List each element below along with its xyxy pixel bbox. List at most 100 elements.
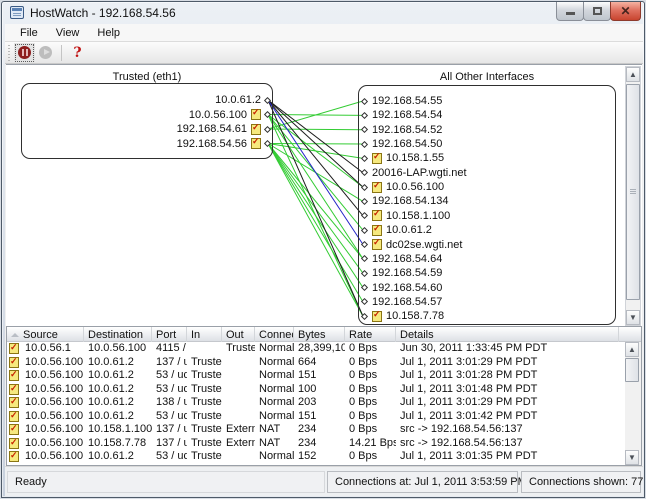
toolbar-gripper[interactable]: [8, 45, 10, 61]
column-header-connection[interactable]: Connect...: [255, 327, 294, 342]
column-header-rate[interactable]: Rate: [345, 327, 396, 342]
cell-text: 10.0.56.100: [25, 450, 83, 463]
cell-destination: 10.0.61.2: [84, 410, 152, 423]
host-node[interactable]: 10.0.61.2: [362, 223, 432, 237]
host-label: 10.0.61.2: [386, 224, 432, 236]
connector-diamond-icon: [361, 184, 368, 191]
host-node[interactable]: 192.168.54.60: [362, 281, 442, 295]
cell-destination: 10.0.61.2: [84, 356, 152, 369]
host-note-icon: [9, 384, 19, 395]
column-header-destination[interactable]: Destination: [84, 327, 152, 342]
minimize-button[interactable]: [556, 2, 584, 21]
play-circle-icon: [39, 46, 52, 59]
question-mark-icon: ?: [73, 45, 81, 61]
table-row[interactable]: 10.0.56.10010.0.61.253 / udpTrustedNorma…: [7, 383, 625, 397]
menu-view[interactable]: View: [47, 25, 89, 41]
host-node[interactable]: 192.168.54.59: [362, 266, 442, 280]
table-row[interactable]: 10.0.56.10010.0.61.253 / udpTrustedNorma…: [7, 450, 625, 464]
cell-details: Jul 1, 2011 3:01:29 PM PDT: [396, 396, 619, 409]
scroll-up-button[interactable]: ▲: [626, 67, 640, 82]
table-row[interactable]: 10.0.56.110.0.56.1004115 / ...TrustedNor…: [7, 342, 625, 356]
host-note-icon: [9, 451, 19, 462]
host-node[interactable]: 192.168.54.50: [362, 137, 442, 151]
table-row[interactable]: 10.0.56.10010.0.61.2138 / udpTrustedNorm…: [7, 396, 625, 410]
table-row[interactable]: 10.0.56.10010.0.61.253 / udpTrustedNorma…: [7, 410, 625, 424]
host-label: 10.158.1.55: [386, 152, 444, 164]
table-row[interactable]: 10.0.56.10010.0.61.2137 / udpTrustedNorm…: [7, 356, 625, 370]
column-header-source[interactable]: Source: [7, 327, 84, 342]
host-node[interactable]: 192.168.54.134: [362, 194, 448, 208]
host-node[interactable]: 10.0.56.100: [189, 108, 270, 122]
cell-source: 10.0.56.1: [7, 342, 84, 355]
scrollbar-thumb[interactable]: [625, 358, 639, 382]
cell-rate: 0 Bps: [345, 410, 396, 423]
cell-details: src -> 192.168.54.56:137: [396, 423, 619, 436]
connection-line: [268, 115, 363, 188]
maximize-button[interactable]: [583, 2, 611, 21]
host-node[interactable]: 192.168.54.57: [362, 295, 442, 309]
cell-out: [222, 464, 255, 465]
column-header-in[interactable]: In: [187, 327, 222, 342]
play-button[interactable]: [35, 43, 56, 63]
cell-in: Trusted: [187, 410, 222, 423]
toolbar-separator: [61, 45, 62, 61]
scroll-down-button[interactable]: ▼: [626, 310, 640, 325]
cell-bytes: 100: [294, 383, 345, 396]
host-node[interactable]: 192.168.54.54: [362, 108, 442, 122]
pause-button[interactable]: [14, 43, 35, 63]
connector-diamond-icon: [361, 284, 368, 291]
cell-destination: 10.0.61.2: [84, 369, 152, 382]
host-label: 192.168.54.54: [372, 109, 442, 121]
title-bar[interactable]: HostWatch - 192.168.54.56 ✕: [2, 2, 644, 24]
host-node[interactable]: 192.168.54.55: [362, 94, 442, 108]
host-node[interactable]: 192.168.54.52: [362, 123, 442, 137]
table-row[interactable]: 10.0.56.10010.0.61.2137 / udpTrustedNorm…: [7, 464, 625, 466]
host-node[interactable]: 20016-LAP.wgti.net: [362, 166, 467, 180]
host-node[interactable]: 192.168.54.61: [177, 122, 270, 136]
connector-diamond-icon: [361, 141, 368, 148]
cell-in: Trusted: [187, 464, 222, 465]
table-row[interactable]: 10.0.56.10010.158.1.100137 / udpTrustedE…: [7, 423, 625, 437]
host-node[interactable]: 10.0.56.100: [362, 180, 444, 194]
scroll-up-button[interactable]: ▲: [625, 342, 639, 357]
host-node[interactable]: 10.158.7.78: [362, 309, 444, 323]
connection-line: [268, 115, 363, 231]
connector-diamond-icon: [361, 97, 368, 104]
column-header-port[interactable]: Port: [152, 327, 187, 342]
table-scrollbar[interactable]: ▲ ▼: [625, 342, 641, 465]
host-note-icon: [9, 343, 19, 354]
cell-connection: Normal: [255, 356, 294, 369]
scroll-down-button[interactable]: ▼: [625, 450, 639, 465]
host-note-icon: [9, 424, 19, 435]
host-node[interactable]: 192.168.54.64: [362, 252, 442, 266]
connection-line: [268, 144, 363, 302]
connector-diamond-icon: [361, 255, 368, 262]
connection-line: [268, 115, 363, 259]
scrollbar-thumb[interactable]: [626, 84, 640, 300]
diagram-scrollbar[interactable]: ▲ ▼: [625, 66, 641, 326]
host-node[interactable]: 192.168.54.56: [177, 137, 270, 151]
host-node[interactable]: 10.158.1.100: [362, 209, 450, 223]
host-node[interactable]: 10.0.61.2: [215, 93, 270, 107]
cell-connection: Normal: [255, 342, 294, 355]
cell-rate: 14.21 Bps: [345, 437, 396, 450]
table-row[interactable]: 10.0.56.10010.0.61.253 / udpTrustedNorma…: [7, 369, 625, 383]
host-node[interactable]: 10.158.1.55: [362, 151, 444, 165]
menu-file[interactable]: File: [11, 25, 47, 41]
host-label: 192.168.54.56: [177, 138, 247, 150]
host-node[interactable]: dc02se.wgti.net: [362, 238, 462, 252]
column-header-bytes[interactable]: Bytes: [294, 327, 345, 342]
help-button[interactable]: ?: [67, 43, 88, 63]
cell-rate: 0 Bps: [345, 423, 396, 436]
close-button[interactable]: ✕: [610, 2, 641, 21]
column-header-details[interactable]: Details: [396, 327, 619, 342]
connection-line: [268, 144, 363, 259]
cell-port: 137 / udp: [152, 464, 187, 465]
host-label: 10.158.7.78: [386, 310, 444, 322]
cell-rate: 0 Bps: [345, 356, 396, 369]
menu-help[interactable]: Help: [88, 25, 129, 41]
table-row[interactable]: 10.0.56.10010.158.7.78137 / udpTrustedEx…: [7, 437, 625, 451]
column-header-out[interactable]: Out: [222, 327, 255, 342]
connector-diamond-icon: [264, 111, 271, 118]
connector-diamond-icon: [361, 155, 368, 162]
